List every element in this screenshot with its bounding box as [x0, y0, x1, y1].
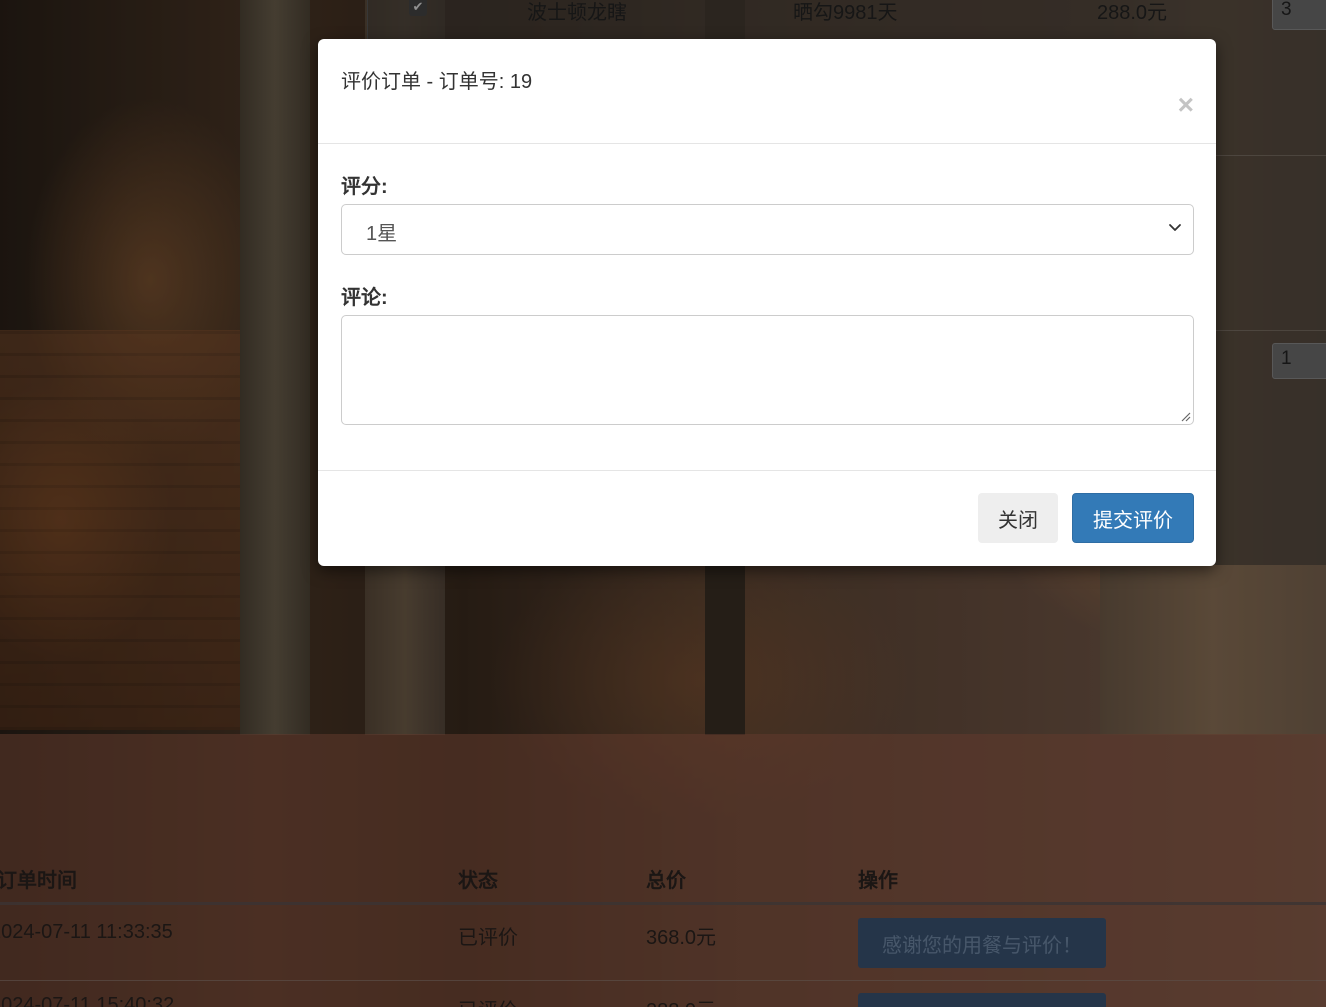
close-icon[interactable]: × [1178, 91, 1194, 119]
comment-textarea[interactable] [341, 315, 1194, 425]
chevron-down-icon [1169, 224, 1181, 231]
rating-label: 评分: [341, 176, 388, 198]
close-button[interactable]: 关闭 [978, 493, 1058, 543]
resize-handle-icon[interactable] [1179, 410, 1191, 422]
comment-label: 评论: [341, 287, 388, 309]
rating-selected-value: 1星 [366, 223, 398, 245]
modal-title: 评价订单 - 订单号: 19 [341, 71, 533, 93]
modal-header: 评价订单 - 订单号: 19 × [318, 39, 1216, 144]
rating-select[interactable]: 1星 [341, 204, 1194, 255]
modal-body: 评分: 1星 评论: [318, 144, 1216, 470]
modal-footer: 关闭 提交评价 [318, 470, 1216, 565]
submit-review-button[interactable]: 提交评价 [1072, 493, 1194, 543]
review-order-modal: 评价订单 - 订单号: 19 × 评分: 1星 评论: 关闭 提交评价 [318, 39, 1216, 566]
